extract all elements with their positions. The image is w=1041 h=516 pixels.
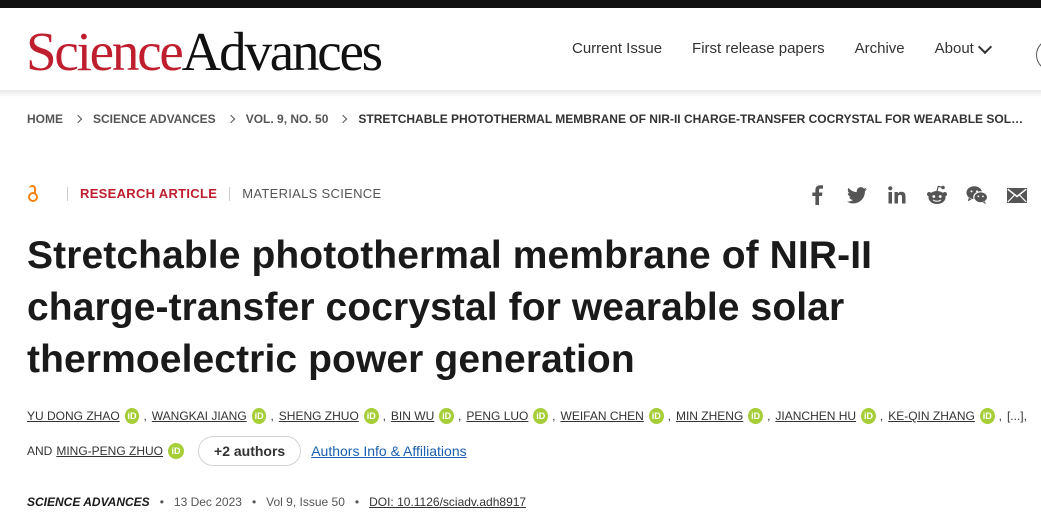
breadcrumb-bar: HOME SCIENCE ADVANCES VOL. 9, NO. 50 STR… bbox=[0, 90, 1041, 148]
orcid-icon[interactable]: iD bbox=[861, 408, 876, 424]
orcid-icon[interactable]: iD bbox=[363, 408, 379, 424]
breadcrumb-home[interactable]: HOME bbox=[27, 112, 63, 126]
affiliations-link[interactable]: Authors Info & Affiliations bbox=[311, 440, 466, 462]
author-name[interactable]: MIN ZHENG bbox=[676, 405, 743, 427]
author-name[interactable]: PENG LUO bbox=[466, 405, 528, 427]
author-name[interactable]: BIN WU bbox=[391, 405, 434, 427]
more-authors-button[interactable]: +2 authors bbox=[198, 436, 302, 466]
authors-ellipsis[interactable]: [...], bbox=[1007, 405, 1027, 427]
author-name[interactable]: YU DONG ZHAO bbox=[27, 405, 120, 427]
author-name[interactable]: KE-QIN ZHANG bbox=[888, 405, 975, 427]
site-header: ScienceAdvances Current Issue First rele… bbox=[0, 8, 1041, 90]
author-name[interactable]: WANGKAI JIANG bbox=[152, 405, 247, 427]
nav-archive[interactable]: Archive bbox=[855, 40, 905, 57]
article-meta: RESEARCH ARTICLE MATERIALS SCIENCE bbox=[27, 185, 381, 202]
article-type-label[interactable]: RESEARCH ARTICLE bbox=[80, 186, 217, 201]
separator-dot: • bbox=[354, 495, 360, 509]
nav-about[interactable]: About bbox=[934, 39, 992, 57]
volume-issue[interactable]: Vol 9, Issue 50 bbox=[266, 495, 345, 509]
logo-part-science: Science bbox=[26, 21, 184, 82]
author-name[interactable]: JIANCHEN HU bbox=[775, 405, 856, 427]
linkedin-icon[interactable] bbox=[886, 184, 908, 206]
orcid-icon[interactable]: iD bbox=[533, 408, 549, 424]
separator-dot: • bbox=[159, 495, 164, 509]
chevron-right-icon bbox=[339, 114, 348, 124]
email-icon[interactable] bbox=[1006, 184, 1028, 206]
wechat-icon[interactable] bbox=[966, 184, 988, 206]
orcid-icon[interactable]: iD bbox=[439, 408, 455, 424]
reddit-icon[interactable] bbox=[926, 184, 948, 206]
orcid-icon[interactable]: iD bbox=[648, 408, 664, 424]
chevron-right-icon bbox=[226, 114, 235, 124]
orcid-icon[interactable]: iD bbox=[979, 408, 995, 424]
publication-date: 13 Dec 2023 bbox=[173, 495, 242, 509]
logo-part-advances: Advances bbox=[181, 21, 383, 82]
journal-name[interactable]: SCIENCE ADVANCES bbox=[27, 495, 150, 509]
orcid-icon[interactable]: iD bbox=[748, 408, 764, 424]
twitter-icon[interactable] bbox=[846, 184, 868, 206]
breadcrumb: HOME SCIENCE ADVANCES VOL. 9, NO. 50 STR… bbox=[27, 112, 1028, 126]
author-name[interactable]: MING-PENG ZHUO bbox=[56, 440, 163, 462]
chevron-down-icon bbox=[977, 39, 992, 55]
orcid-icon[interactable]: iD bbox=[251, 408, 267, 424]
breadcrumb-science-advances[interactable]: SCIENCE ADVANCES bbox=[93, 112, 216, 126]
user-button[interactable] bbox=[1036, 39, 1041, 71]
science-advances-logo[interactable]: ScienceAdvances bbox=[26, 21, 383, 82]
subject-label[interactable]: MATERIALS SCIENCE bbox=[242, 186, 381, 201]
author-line: AND MING-PENG ZHUO iD +2 authors Authors … bbox=[27, 436, 1027, 466]
doi-link[interactable]: DOI: 10.1126/sciadv.adh8917 bbox=[369, 495, 526, 509]
breadcrumb-volume[interactable]: VOL. 9, NO. 50 bbox=[246, 112, 329, 126]
separator-dot: • bbox=[251, 495, 257, 509]
author-line: YU DONG ZHAO iD, WANGKAI JIANG iD, SHENG Z… bbox=[27, 405, 1027, 427]
top-bar bbox=[0, 0, 1041, 8]
open-access-icon bbox=[27, 185, 39, 202]
chevron-right-icon bbox=[73, 114, 83, 124]
author-name[interactable]: SHENG ZHUO bbox=[279, 405, 359, 427]
and-label: AND bbox=[27, 444, 53, 458]
nav-about-label: About bbox=[934, 40, 974, 57]
main-nav: Current Issue First release papers Archi… bbox=[572, 39, 992, 57]
share-bar bbox=[806, 184, 1028, 206]
citation-line: SCIENCE ADVANCES • 13 Dec 2023 • Vol 9, … bbox=[27, 495, 526, 509]
nav-first-release-papers[interactable]: First release papers bbox=[692, 40, 825, 57]
nav-current-issue[interactable]: Current Issue bbox=[572, 40, 662, 57]
article-title: Stretchable photothermal membrane of NIR… bbox=[27, 234, 873, 381]
orcid-icon[interactable]: iD bbox=[168, 443, 185, 459]
divider bbox=[67, 186, 68, 201]
facebook-icon[interactable] bbox=[806, 184, 828, 206]
divider bbox=[229, 186, 231, 201]
orcid-icon[interactable]: iD bbox=[124, 408, 140, 424]
breadcrumb-current: STRETCHABLE PHOTOTHERMAL MEMBRANE OF NIR… bbox=[358, 112, 1029, 126]
author-list: YU DONG ZHAO iD, WANGKAI JIANG iD, SHENG Z… bbox=[27, 405, 1027, 466]
author-name[interactable]: WEIFAN CHEN bbox=[561, 405, 644, 427]
